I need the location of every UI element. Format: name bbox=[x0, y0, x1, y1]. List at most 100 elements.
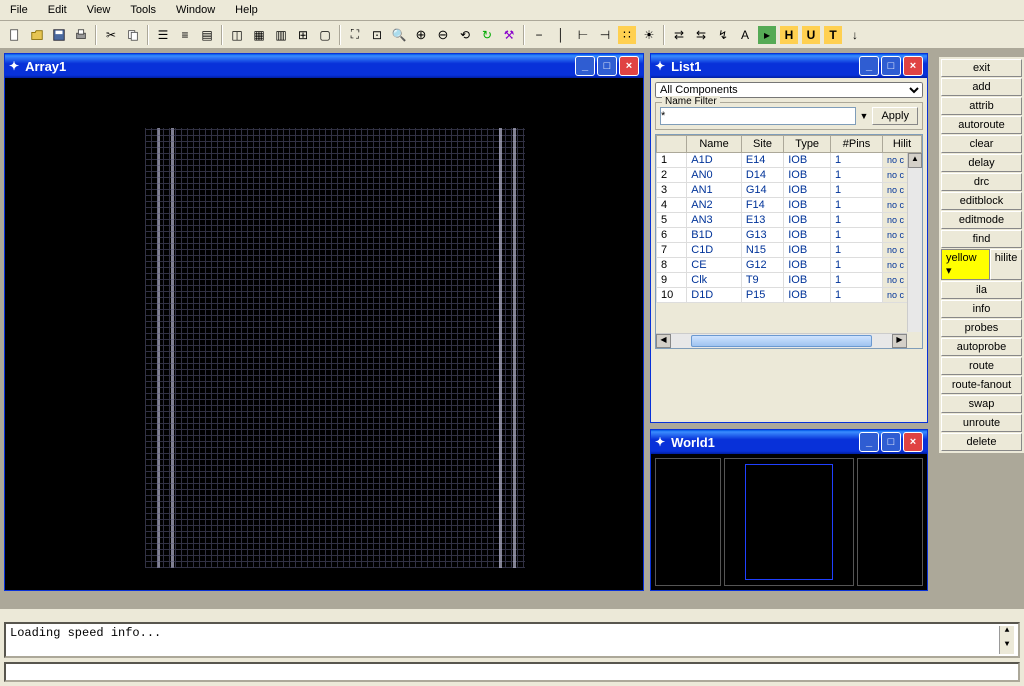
u-icon[interactable]: U bbox=[801, 25, 821, 45]
hline-icon[interactable]: − bbox=[529, 25, 549, 45]
table-row[interactable]: 8CEG12IOB1no c bbox=[657, 258, 922, 273]
col-hilite[interactable]: Hilit bbox=[883, 136, 922, 153]
scroll-left-icon[interactable]: ◀ bbox=[656, 334, 671, 348]
cmd-autoroute[interactable]: autoroute bbox=[941, 116, 1022, 134]
cmd-editmode[interactable]: editmode bbox=[941, 211, 1022, 229]
maximize-icon[interactable]: □ bbox=[881, 56, 901, 76]
flag-icon[interactable]: ▸ bbox=[757, 25, 777, 45]
t-icon[interactable]: T bbox=[823, 25, 843, 45]
world-canvas[interactable] bbox=[651, 454, 927, 590]
table-row[interactable]: 2AN0D14IOB1no c bbox=[657, 168, 922, 183]
cmd-delete[interactable]: delete bbox=[941, 433, 1022, 451]
new-icon[interactable] bbox=[5, 25, 25, 45]
route2-icon[interactable]: ⇆ bbox=[691, 25, 711, 45]
layout5-icon[interactable]: ▢ bbox=[315, 25, 335, 45]
table-row[interactable]: 1A1DE14IOB1no c bbox=[657, 153, 922, 168]
world-pane-right[interactable] bbox=[857, 458, 923, 586]
menu-help[interactable]: Help bbox=[225, 2, 268, 18]
menu-file[interactable]: File bbox=[0, 2, 38, 18]
menu-view[interactable]: View bbox=[77, 2, 121, 18]
layout1-icon[interactable]: ◫ bbox=[227, 25, 247, 45]
cmd-info[interactable]: info bbox=[941, 300, 1022, 318]
cut-icon[interactable]: ✂ bbox=[101, 25, 121, 45]
list2-icon[interactable]: ≡ bbox=[175, 25, 195, 45]
cmd-hilite[interactable]: hilite bbox=[990, 249, 1022, 280]
snap2-icon[interactable]: ⊣ bbox=[595, 25, 615, 45]
world-pane-left[interactable] bbox=[655, 458, 721, 586]
col-type[interactable]: Type bbox=[784, 136, 831, 153]
print-icon[interactable] bbox=[71, 25, 91, 45]
h-icon[interactable]: H bbox=[779, 25, 799, 45]
close-icon[interactable]: × bbox=[903, 432, 923, 452]
zoom-back-icon[interactable]: ⟲ bbox=[455, 25, 475, 45]
table-row[interactable]: 5AN3E13IOB1no c bbox=[657, 213, 922, 228]
cmd-unroute[interactable]: unroute bbox=[941, 414, 1022, 432]
cmd-attrib[interactable]: attrib bbox=[941, 97, 1022, 115]
maximize-icon[interactable]: □ bbox=[597, 56, 617, 76]
minimize-icon[interactable]: _ bbox=[575, 56, 595, 76]
zoom-plus-icon[interactable]: ⊕ bbox=[411, 25, 431, 45]
cmd-exit[interactable]: exit bbox=[941, 59, 1022, 77]
cmd-autoprobe[interactable]: autoprobe bbox=[941, 338, 1022, 356]
route3-icon[interactable]: ↯ bbox=[713, 25, 733, 45]
array-titlebar[interactable]: ✦ Array1 _ □ × bbox=[5, 54, 643, 78]
layout2-icon[interactable]: ▦ bbox=[249, 25, 269, 45]
zoom-minus-icon[interactable]: ⊖ bbox=[433, 25, 453, 45]
snap1-icon[interactable]: ⊢ bbox=[573, 25, 593, 45]
table-row[interactable]: 6B1DG13IOB1no c bbox=[657, 228, 922, 243]
zoom-fit-icon[interactable]: ⛶ bbox=[345, 25, 365, 45]
world-pane-center[interactable] bbox=[724, 458, 854, 586]
cmd-clear[interactable]: clear bbox=[941, 135, 1022, 153]
table-row[interactable]: 9ClkT9IOB1no c bbox=[657, 273, 922, 288]
cmd-add[interactable]: add bbox=[941, 78, 1022, 96]
list-titlebar[interactable]: ✦ List1 _ □ × bbox=[651, 54, 927, 78]
cmd-probes[interactable]: probes bbox=[941, 319, 1022, 337]
table-scrollbar-h[interactable]: ◀ ▶ bbox=[656, 333, 907, 348]
close-icon[interactable]: × bbox=[619, 56, 639, 76]
table-scrollbar-v[interactable]: ▲ bbox=[907, 153, 922, 332]
menu-window[interactable]: Window bbox=[166, 2, 225, 18]
zoom-sel-icon[interactable]: ⊡ bbox=[367, 25, 387, 45]
cmd-delay[interactable]: delay bbox=[941, 154, 1022, 172]
cmd-route[interactable]: route bbox=[941, 357, 1022, 375]
list-icon[interactable]: ☰ bbox=[153, 25, 173, 45]
name-filter-input[interactable] bbox=[660, 107, 856, 125]
cmd-swap[interactable]: swap bbox=[941, 395, 1022, 413]
tool-icon[interactable]: ⚒ bbox=[499, 25, 519, 45]
cmd-find[interactable]: find bbox=[941, 230, 1022, 248]
color-select[interactable]: yellow ▾ bbox=[941, 249, 990, 280]
table-row[interactable]: 3AN1G14IOB1no c bbox=[657, 183, 922, 198]
open-icon[interactable] bbox=[27, 25, 47, 45]
cmd-editblock[interactable]: editblock bbox=[941, 192, 1022, 210]
table-row[interactable]: 4AN2F14IOB1no c bbox=[657, 198, 922, 213]
world-titlebar[interactable]: ✦ World1 _ □ × bbox=[651, 430, 927, 454]
command-line-input[interactable] bbox=[4, 662, 1020, 682]
close-icon[interactable]: × bbox=[903, 56, 923, 76]
apply-button[interactable]: Apply bbox=[872, 107, 918, 125]
layout4-icon[interactable]: ⊞ bbox=[293, 25, 313, 45]
scroll-up-icon[interactable]: ▲ bbox=[908, 153, 922, 168]
table-row[interactable]: 7C1DN15IOB1no c bbox=[657, 243, 922, 258]
col-idx[interactable] bbox=[657, 136, 687, 153]
layout3-icon[interactable]: ▥ bbox=[271, 25, 291, 45]
sun-icon[interactable]: ☀ bbox=[639, 25, 659, 45]
zoom-in-icon[interactable]: 🔍 bbox=[389, 25, 409, 45]
maximize-icon[interactable]: □ bbox=[881, 432, 901, 452]
col-site[interactable]: Site bbox=[741, 136, 783, 153]
scroll-thumb[interactable] bbox=[691, 335, 872, 347]
minimize-icon[interactable]: _ bbox=[859, 56, 879, 76]
menu-tools[interactable]: Tools bbox=[120, 2, 166, 18]
route1-icon[interactable]: ⇄ bbox=[669, 25, 689, 45]
down-icon[interactable]: ↓ bbox=[845, 25, 865, 45]
scroll-right-icon[interactable]: ▶ bbox=[892, 334, 907, 348]
cmd-drc[interactable]: drc bbox=[941, 173, 1022, 191]
table-row[interactable]: 10D1DP15IOB1no c bbox=[657, 288, 922, 303]
cmd-route-fanout[interactable]: route-fanout bbox=[941, 376, 1022, 394]
menu-edit[interactable]: Edit bbox=[38, 2, 77, 18]
cmd-ila[interactable]: ila bbox=[941, 281, 1022, 299]
refresh-icon[interactable]: ↻ bbox=[477, 25, 497, 45]
minimize-icon[interactable]: _ bbox=[859, 432, 879, 452]
col-name[interactable]: Name bbox=[687, 136, 742, 153]
log-scrollbar[interactable]: ▲▼ bbox=[999, 626, 1014, 654]
save-icon[interactable] bbox=[49, 25, 69, 45]
